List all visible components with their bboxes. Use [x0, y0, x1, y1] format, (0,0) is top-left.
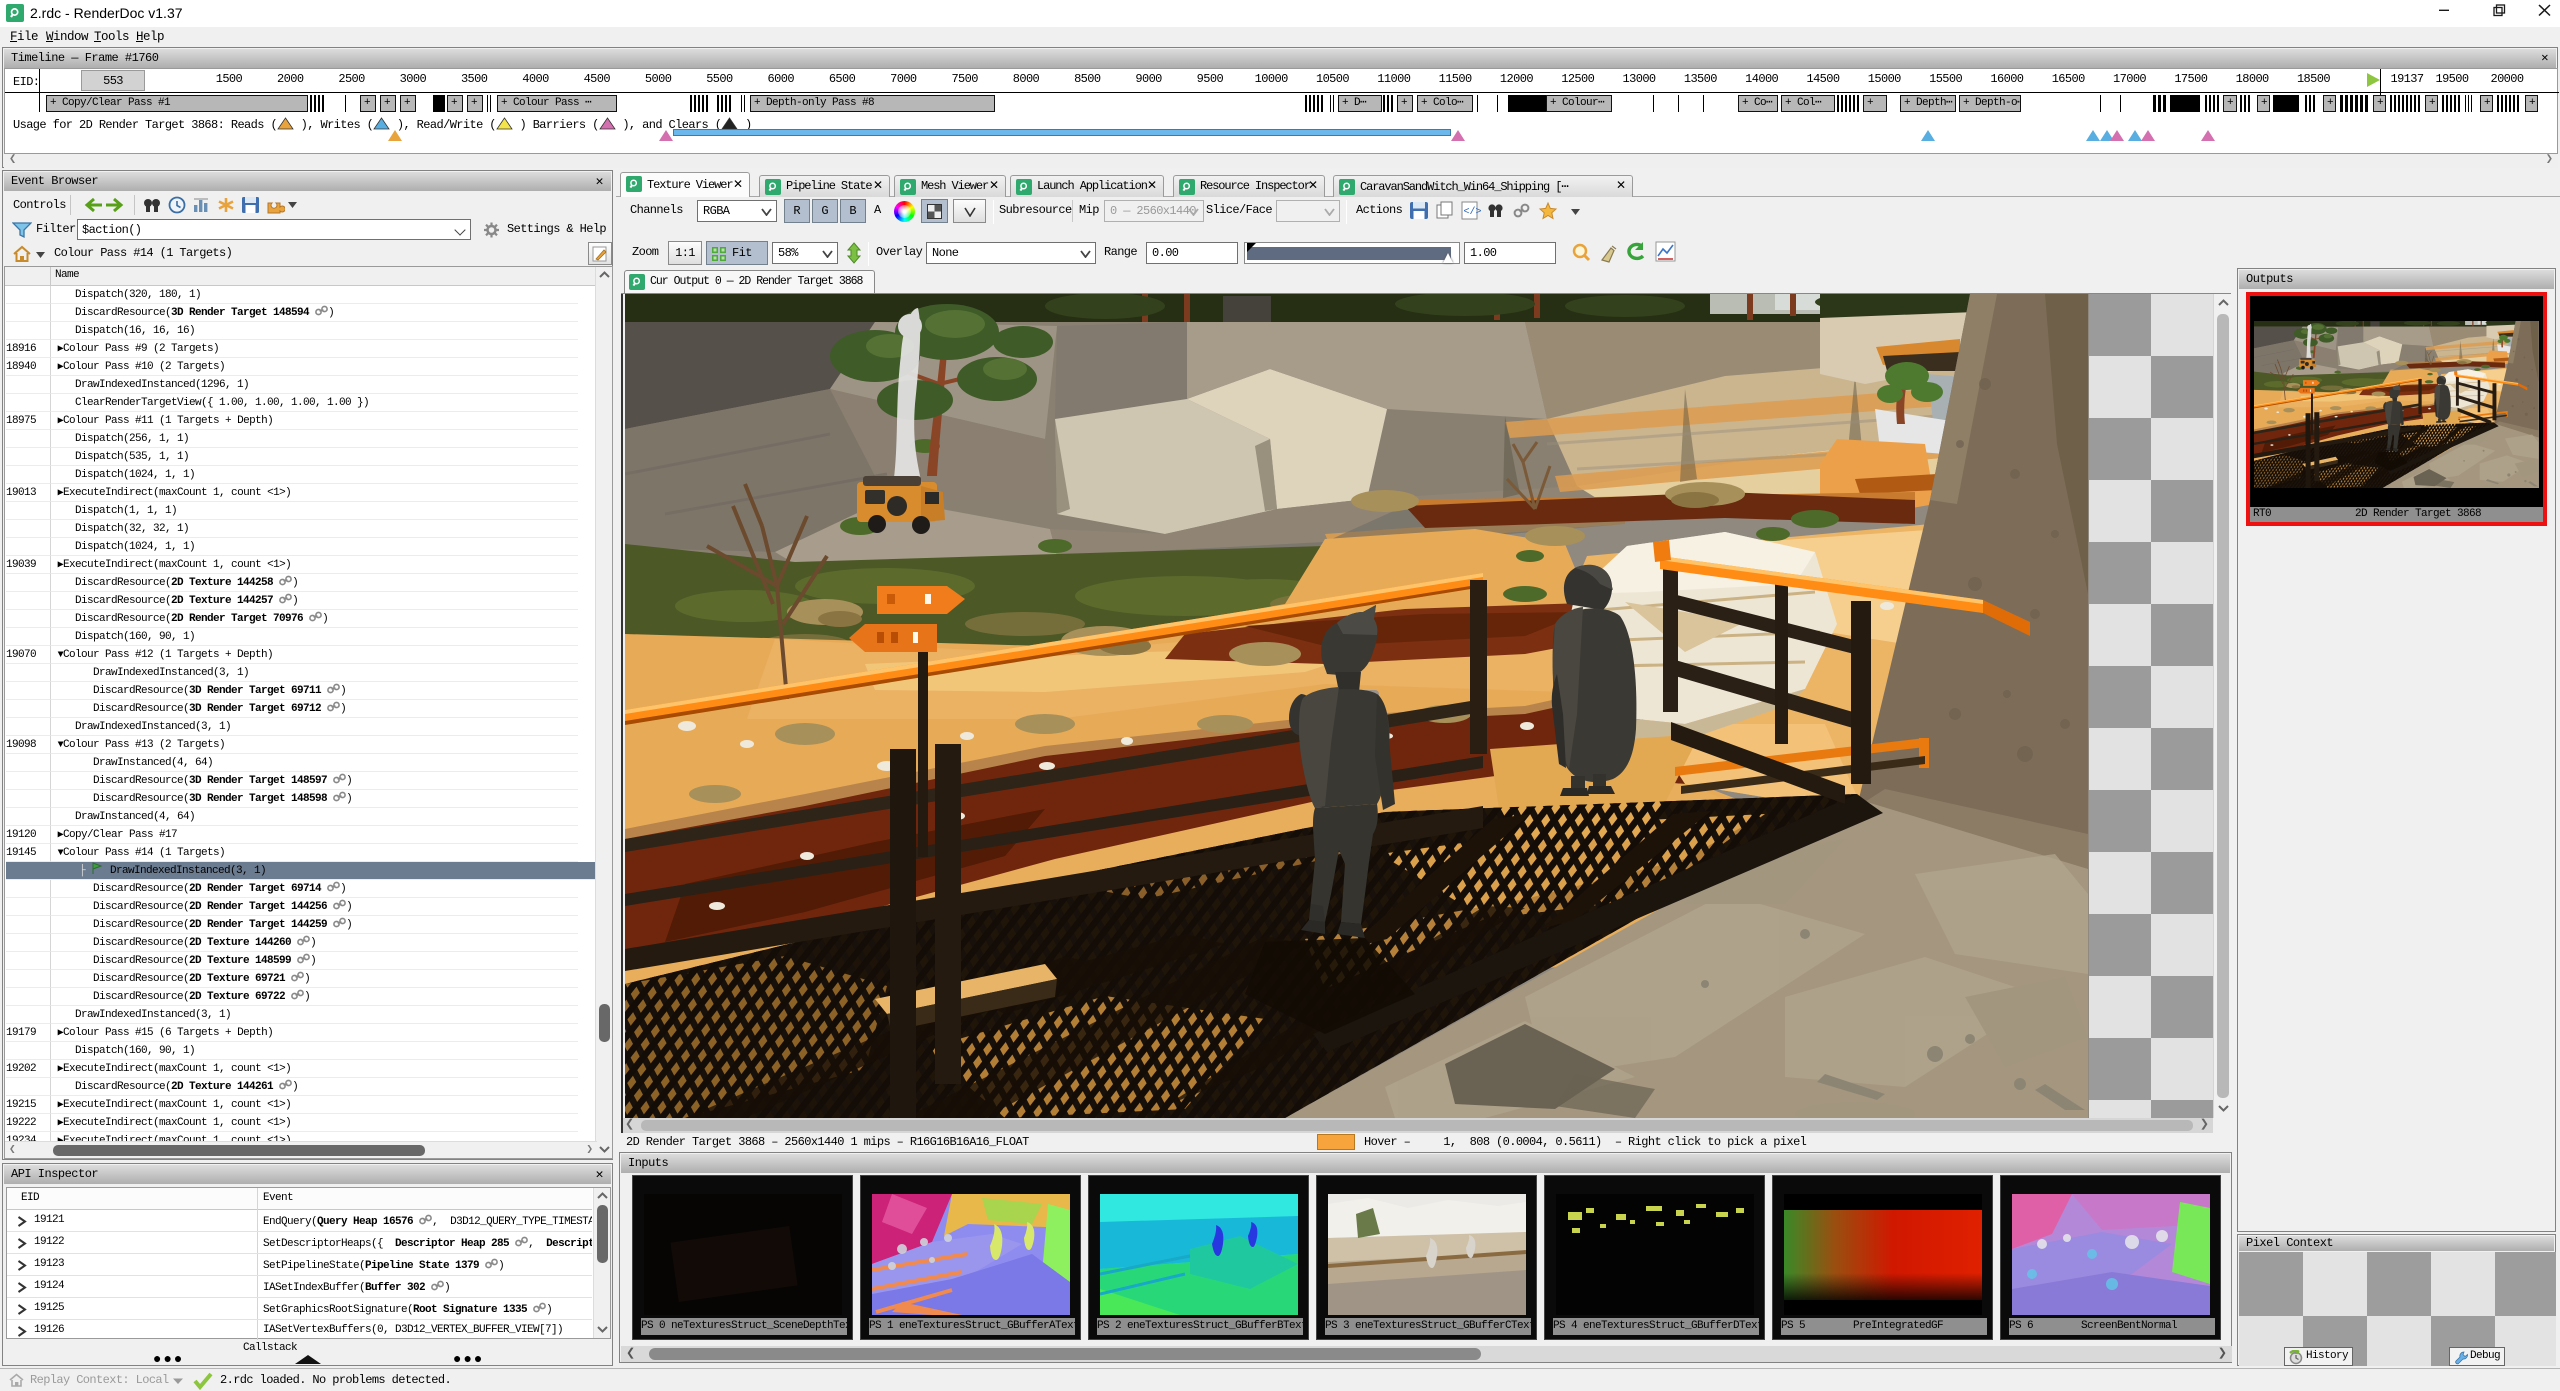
svg-text:</>: </> [1464, 206, 1482, 218]
